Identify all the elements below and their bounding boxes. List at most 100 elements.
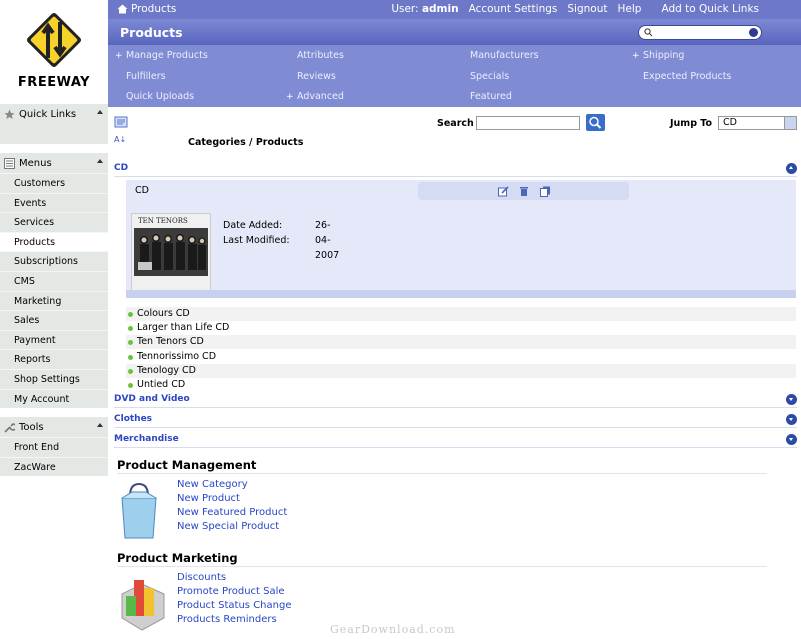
sort-icon[interactable]: A↓ xyxy=(114,135,126,144)
section-divider xyxy=(117,473,767,474)
quick-links-header[interactable]: Quick Links xyxy=(0,104,108,124)
product-management-title: Product Management xyxy=(117,458,257,472)
category-name: Clothes xyxy=(114,414,153,424)
chevron-down-icon[interactable] xyxy=(784,117,796,129)
account-settings-link[interactable]: Account Settings xyxy=(469,3,558,15)
marketing-link-promote-product-sale[interactable]: Promote Product Sale xyxy=(177,586,285,597)
submenu-label: Manage Products xyxy=(126,50,208,61)
sidebar-tool-zacware[interactable]: ZacWare xyxy=(0,456,108,477)
submenu-attributes[interactable]: Attributes xyxy=(297,46,344,66)
shopping-bag-icon xyxy=(121,482,157,539)
sidebar-item-payment[interactable]: Payment xyxy=(0,329,108,350)
edit-icon[interactable] xyxy=(498,186,509,197)
submenu-label: Shipping xyxy=(643,50,685,61)
category-actions xyxy=(418,182,629,200)
product-row[interactable]: Tenology CD xyxy=(126,363,796,378)
help-link[interactable]: Help xyxy=(618,3,642,15)
sidebar-item-products[interactable]: Products xyxy=(0,231,108,252)
menus-group: Menus Customers Events Services Products Sub… xyxy=(0,153,108,410)
category-cd[interactable]: CD xyxy=(114,161,797,177)
submenu-shipping[interactable]: + Shipping xyxy=(632,46,685,66)
product-row[interactable]: Colours CD xyxy=(126,307,796,321)
expand-icon[interactable] xyxy=(786,434,797,445)
management-link-new-category[interactable]: New Category xyxy=(177,479,248,490)
collapse-caret-icon[interactable] xyxy=(97,159,103,163)
logo-wordmark: FREEWAY xyxy=(17,75,91,90)
signout-link[interactable]: Signout xyxy=(567,3,607,15)
menus-header[interactable]: Menus xyxy=(0,153,108,173)
jump-to-value: CD xyxy=(723,117,737,128)
marketing-link-discounts[interactable]: Discounts xyxy=(177,572,226,583)
date-added-label: Date Added: xyxy=(223,220,283,231)
sidebar-item-reports[interactable]: Reports xyxy=(0,349,108,369)
submenu-reviews[interactable]: Reviews xyxy=(297,67,336,87)
product-row[interactable]: Ten Tenors CD xyxy=(126,335,796,350)
submenu-advanced[interactable]: + Advanced xyxy=(286,87,344,107)
collapse-icon[interactable] xyxy=(786,163,797,174)
submenu-manage-products[interactable]: + Manage Products xyxy=(115,46,208,66)
expand-plus-icon: + xyxy=(115,51,123,61)
category-clothes[interactable]: Clothes xyxy=(114,412,797,428)
expand-plus-icon: + xyxy=(286,92,294,102)
marketing-link-products-reminders[interactable]: Products Reminders xyxy=(177,614,277,625)
category-dvd[interactable]: DVD and Video xyxy=(114,392,797,408)
home-breadcrumb[interactable]: Products xyxy=(117,3,176,15)
sidebar-spacer xyxy=(0,409,108,418)
copy-icon[interactable] xyxy=(540,186,550,197)
submenu-label: Featured xyxy=(470,91,512,102)
submenu-label: Expected Products xyxy=(643,70,732,82)
expand-icon[interactable] xyxy=(786,414,797,425)
menus-label: Menus xyxy=(19,157,52,169)
search-input[interactable] xyxy=(476,116,580,130)
tools-header[interactable]: Tools xyxy=(0,417,108,437)
product-row[interactable]: Larger than Life CD xyxy=(126,321,796,335)
product-marketing-title: Product Marketing xyxy=(117,551,238,565)
list-view-icon[interactable] xyxy=(114,115,128,129)
submenu-quick-uploads[interactable]: Quick Uploads xyxy=(126,87,194,107)
submenu-manufacturers[interactable]: Manufacturers xyxy=(470,46,539,66)
global-search-input[interactable] xyxy=(638,25,762,40)
sidebar-item-events[interactable]: Events xyxy=(0,192,108,213)
add-quick-links-link[interactable]: Add to Quick Links xyxy=(661,3,759,15)
sidebar-item-customers[interactable]: Customers xyxy=(0,173,108,193)
collapse-caret-icon[interactable] xyxy=(97,423,103,428)
sidebar-item-my-account[interactable]: My Account xyxy=(0,388,108,409)
sidebar-item-sales[interactable]: Sales xyxy=(0,310,108,330)
sidebar-item-cms[interactable]: CMS xyxy=(0,270,108,291)
marketing-link-product-status-change[interactable]: Product Status Change xyxy=(177,600,291,611)
submenu-fulfillers[interactable]: Fulfillers xyxy=(126,67,166,87)
collapse-caret-icon[interactable] xyxy=(97,110,103,114)
delete-icon[interactable] xyxy=(519,186,529,196)
expand-icon[interactable] xyxy=(786,394,797,405)
search-icon xyxy=(589,116,602,129)
list-header-title: Categories / Products xyxy=(188,137,304,148)
sidebar-item-subscriptions[interactable]: Subscriptions xyxy=(0,251,108,271)
search-go-icon[interactable] xyxy=(749,28,758,37)
submenu-specials[interactable]: Specials xyxy=(470,67,509,87)
category-image: TEN TENORS xyxy=(131,213,211,291)
submenu-expected-products[interactable]: Expected Products xyxy=(643,67,731,87)
quick-links-group: Quick Links xyxy=(0,104,108,145)
sidebar-item-services[interactable]: Services xyxy=(0,212,108,232)
sidebar-tool-front-end[interactable]: Front End xyxy=(0,437,108,457)
management-link-new-special-product[interactable]: New Special Product xyxy=(177,521,279,532)
star-icon xyxy=(4,109,15,119)
product-row[interactable]: Untied CD xyxy=(126,378,796,392)
category-merchandise[interactable]: Merchandise xyxy=(114,432,797,448)
submenu-featured[interactable]: Featured xyxy=(470,87,512,107)
sidebar-item-marketing[interactable]: Marketing xyxy=(0,290,108,311)
submenu-label: Advanced xyxy=(297,91,344,102)
management-link-new-featured-product[interactable]: New Featured Product xyxy=(177,507,287,518)
panel-footer xyxy=(126,290,796,298)
jump-to-select[interactable]: CD xyxy=(718,116,797,130)
search-label: Search xyxy=(437,118,474,129)
cover-text: TEN TENORS xyxy=(138,217,188,225)
sidebar-item-shop-settings[interactable]: Shop Settings xyxy=(0,368,108,389)
search-button[interactable] xyxy=(586,114,605,131)
management-link-new-product[interactable]: New Product xyxy=(177,493,240,504)
section-divider xyxy=(117,566,767,567)
category-name: CD xyxy=(114,163,129,173)
page-title: Products xyxy=(120,25,183,40)
product-row[interactable]: Tennorissimo CD xyxy=(126,350,796,364)
user-name: admin xyxy=(421,3,459,15)
